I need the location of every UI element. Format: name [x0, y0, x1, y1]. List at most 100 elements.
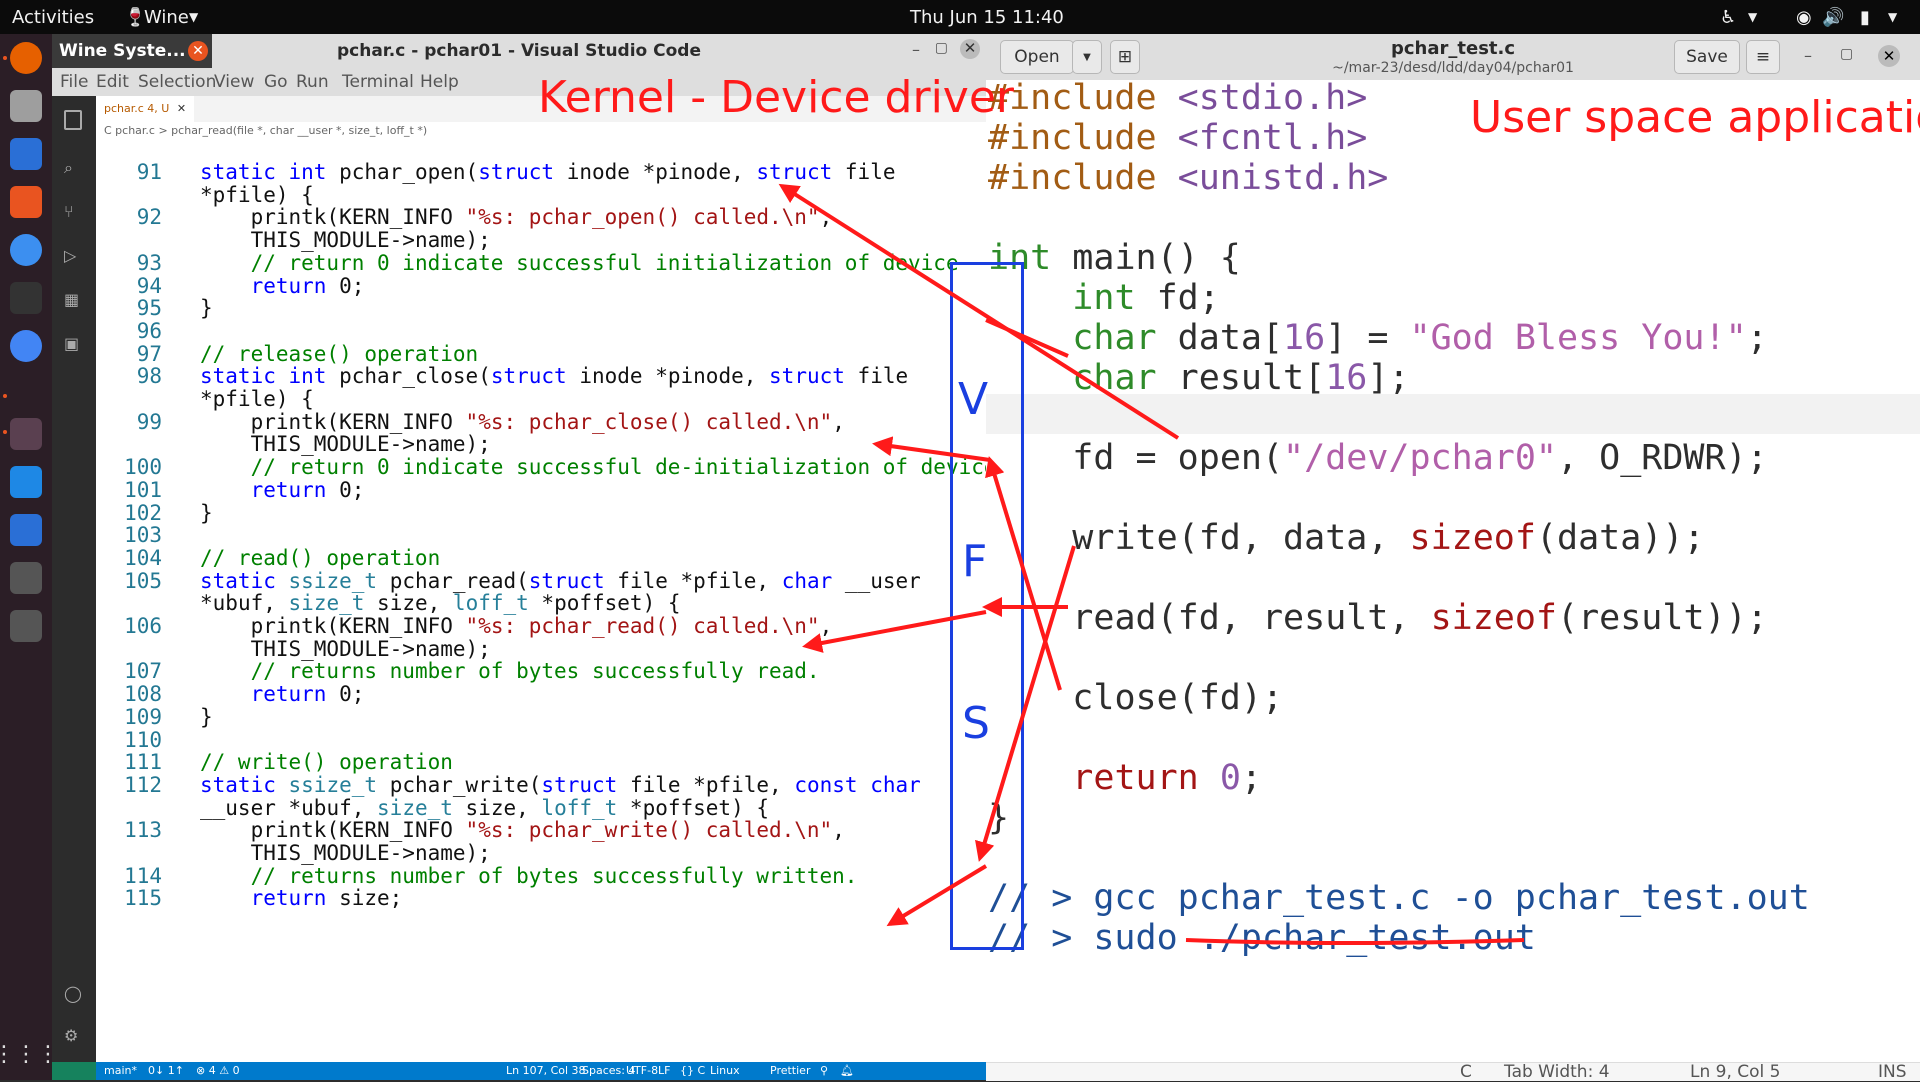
text-editor-icon[interactable]	[10, 514, 42, 546]
wine-window-title: Wine Syste...	[59, 41, 186, 61]
save-label: Save	[1686, 47, 1728, 67]
menu-icon[interactable]: ≡	[1746, 40, 1780, 74]
chrome-icon[interactable]	[10, 330, 42, 362]
menu-terminal[interactable]: Terminal	[342, 72, 414, 92]
vscode-window: pchar.c - pchar01 - Visual Studio Code –…	[52, 34, 997, 1080]
remote-explorer-icon[interactable]: ▣	[64, 334, 84, 354]
menu-run[interactable]: Run	[296, 72, 329, 92]
screenshot-icon[interactable]	[10, 610, 42, 642]
tab-width-selector[interactable]: Tab Width: 4	[1504, 1062, 1610, 1082]
vscode-icon[interactable]	[10, 466, 42, 498]
chevron-down-icon: ▼	[189, 10, 199, 24]
activities-button[interactable]: Activities	[12, 7, 94, 28]
running-indicator	[3, 56, 7, 60]
vfs-letter-s: S	[962, 698, 990, 749]
menu-help[interactable]: Help	[420, 72, 459, 92]
gedit-line: fd = open("/dev/pchar0", O_RDWR);	[1072, 438, 1768, 478]
encoding[interactable]: UTF-8	[626, 1064, 658, 1077]
code-editor[interactable]: pchar.c 4, U ✕ C pchar.c > pchar_read(fi…	[96, 96, 997, 1062]
wifi-icon[interactable]: ◉	[1796, 7, 1812, 28]
menu-edit[interactable]: Edit	[96, 72, 129, 92]
wine-icon[interactable]	[10, 418, 42, 450]
source-control-icon[interactable]: ⑂	[64, 202, 84, 222]
current-line-highlight	[986, 394, 1920, 434]
chevron-down-icon: ▼	[1748, 10, 1758, 24]
minimize-icon[interactable]: –	[1804, 46, 1812, 65]
gedit-line: char data[16] = "God Bless You!";	[1072, 318, 1768, 358]
close-icon[interactable]: ✕	[960, 39, 980, 59]
line-text: return size;	[250, 886, 403, 911]
explorer-icon[interactable]	[64, 110, 82, 130]
volume-icon[interactable]: 🔊	[1822, 7, 1844, 28]
close-icon[interactable]: ✕	[188, 41, 208, 61]
open-dropdown-button[interactable]: ▼	[1072, 40, 1102, 74]
writer-icon[interactable]	[10, 138, 42, 170]
menu-view[interactable]: View	[214, 72, 254, 92]
notifications-icon[interactable]: 🔔︎	[840, 1064, 854, 1077]
cursor-position: Ln 9, Col 5	[1690, 1062, 1781, 1082]
os-indicator[interactable]: Linux	[710, 1064, 740, 1077]
accessibility-icon[interactable]: ♿	[1720, 7, 1736, 28]
account-icon[interactable]: ◯	[64, 984, 84, 1004]
gedit-headerbar[interactable]: Open ▼ ⊞ pchar_test.c ~/mar-23/desd/ldd/…	[986, 34, 1920, 80]
battery-icon[interactable]: ▮	[1860, 7, 1870, 28]
remote-indicator[interactable]	[52, 1062, 96, 1080]
maximize-icon[interactable]: ▢	[1840, 46, 1853, 62]
breadcrumb[interactable]: C pchar.c > pchar_read(file *, char __us…	[96, 122, 986, 140]
show-apps-icon[interactable]: ⋮⋮⋮	[0, 1038, 59, 1070]
menu-file[interactable]: File	[60, 72, 88, 92]
firefox-icon[interactable]	[10, 42, 42, 74]
gedit-line: #include <fcntl.h>	[988, 118, 1368, 158]
minimize-icon[interactable]: –	[912, 40, 920, 59]
new-tab-button[interactable]: ⊞	[1110, 40, 1140, 74]
vfs-letter-f: F	[962, 536, 988, 587]
gedit-line: // > sudo ./pchar_test.out	[988, 918, 1536, 958]
save-button[interactable]: Save	[1674, 40, 1740, 74]
wine-system-tray-window[interactable]: Wine Syste... ✕	[52, 34, 212, 68]
close-icon[interactable]: ✕	[1878, 45, 1900, 67]
ubuntu-dock: ⋮⋮⋮	[0, 34, 59, 1080]
gedit-line: close(fd);	[1072, 678, 1284, 718]
gedit-line: write(fd, data, sizeof(data));	[1072, 518, 1705, 558]
clock[interactable]: Thu Jun 15 11:40	[910, 7, 1064, 28]
extensions-icon[interactable]: ▦	[64, 290, 84, 310]
cursor-position[interactable]: Ln 107, Col 38	[506, 1064, 586, 1077]
tab-pchar-c[interactable]: pchar.c 4, U ✕	[96, 96, 194, 122]
files-icon[interactable]	[10, 90, 42, 122]
menu-selection[interactable]: Selection	[138, 72, 216, 92]
language-mode[interactable]: {} C	[680, 1064, 705, 1077]
language-selector[interactable]: C	[1460, 1062, 1472, 1082]
open-button[interactable]: Open	[1000, 40, 1074, 74]
user-space-label: User space application	[1470, 92, 1920, 143]
gedit-line: return 0;	[1072, 758, 1262, 798]
document-path: ~/mar-23/desd/ldd/day04/pchar01	[1332, 60, 1574, 76]
maximize-icon[interactable]: ▢	[935, 40, 948, 56]
branch-label[interactable]: main*	[104, 1064, 137, 1077]
sync-status[interactable]: 0↓ 1↑	[148, 1064, 184, 1077]
close-icon[interactable]: ✕	[173, 102, 186, 115]
menu-go[interactable]: Go	[264, 72, 288, 92]
eol[interactable]: LF	[658, 1064, 670, 1077]
vfs-letter-v: V	[958, 374, 989, 425]
ubuntu-top-bar: Activities 🍷 Wine ▼ Thu Jun 15 11:40 ♿ ▼…	[0, 0, 1920, 34]
vfs-box	[950, 262, 1024, 950]
problems-status[interactable]: ⊗ 4 ⚠ 0	[196, 1064, 240, 1077]
gear-icon[interactable]: ⚙	[64, 1026, 84, 1046]
terminal-icon[interactable]	[10, 282, 42, 314]
open-label: Open	[1014, 47, 1060, 67]
feedback-icon[interactable]: ⚲	[820, 1064, 828, 1077]
prettier-status[interactable]: Prettier	[770, 1064, 810, 1077]
kernel-driver-label: Kernel - Device driver	[538, 72, 1014, 123]
search-icon[interactable]: ⌕	[64, 158, 84, 178]
app-menu[interactable]: Wine	[144, 7, 189, 28]
help-icon[interactable]	[10, 234, 42, 266]
gedit-line: read(fd, result, sizeof(result));	[1072, 598, 1768, 638]
status-bar: main* 0↓ 1↑ ⊗ 4 ⚠ 0 Ln 107, Col 38 Space…	[96, 1062, 986, 1080]
run-debug-icon[interactable]: ▷	[64, 246, 84, 266]
line-number: 115	[124, 886, 162, 911]
monitor-icon[interactable]	[10, 562, 42, 594]
software-store-icon[interactable]	[10, 186, 42, 218]
document-title: pchar_test.c	[1390, 38, 1516, 59]
insert-mode: INS	[1878, 1062, 1907, 1082]
gedit-line: #include <stdio.h>	[988, 78, 1368, 118]
